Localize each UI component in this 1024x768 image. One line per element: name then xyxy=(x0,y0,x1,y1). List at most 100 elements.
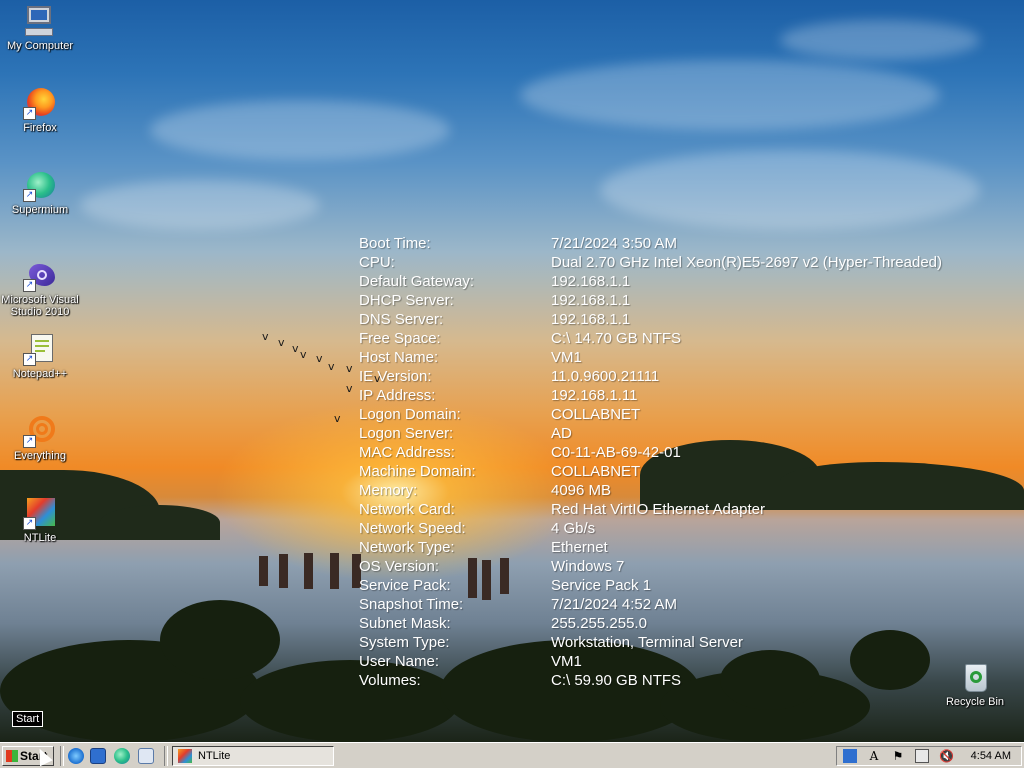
bginfo-row: Service Pack: Service Pack 1 xyxy=(359,576,999,595)
bginfo-value: Ethernet xyxy=(551,539,608,556)
bginfo-row: Machine Domain: COLLABNET xyxy=(359,462,999,481)
bginfo-value: 4 Gb/s xyxy=(551,520,596,537)
bginfo-row: Free Space: C:\ 14.70 GB NTFS xyxy=(359,329,999,348)
bginfo-key: Network Speed: xyxy=(359,520,466,537)
bginfo-value: C:\ 14.70 GB NTFS xyxy=(551,330,682,347)
bginfo-key: System Type: xyxy=(359,634,450,651)
bginfo-value: C:\ 59.90 GB NTFS xyxy=(551,672,682,689)
shortcut-arrow-icon: ↗ xyxy=(23,517,36,530)
bginfo-key: Host Name: xyxy=(359,349,439,366)
font-icon[interactable]: A xyxy=(867,749,881,763)
bginfo-row: Snapshot Time: 7/21/2024 4:52 AM xyxy=(359,595,999,614)
bginfo-value: 255.255.255.0 xyxy=(551,615,647,632)
bginfo-key: Logon Domain: xyxy=(359,406,461,423)
desktop-icon-visual-studio[interactable]: ↗ Microsoft Visual Studio 2010 xyxy=(1,260,79,318)
bginfo-key: Service Pack: xyxy=(359,577,451,594)
desktop-icon-notepadpp[interactable]: ↗ Notepad++ xyxy=(1,334,79,380)
bginfo-row: Network Type: Ethernet xyxy=(359,538,999,557)
desktop-icon-ntlite[interactable]: ↗ NTLite xyxy=(1,498,79,544)
bginfo-row: Volumes: C:\ 59.90 GB NTFS xyxy=(359,671,999,690)
bginfo-key: Volumes: xyxy=(359,672,421,689)
clock[interactable]: 4:54 AM xyxy=(971,749,1011,763)
bginfo-value: VM1 xyxy=(551,349,582,366)
bginfo-key: Logon Server: xyxy=(359,425,454,442)
bginfo-row: Network Speed: 4 Gb/s xyxy=(359,519,999,538)
bginfo-key: IP Address: xyxy=(359,387,436,404)
bginfo-key: IE Version: xyxy=(359,368,432,385)
bginfo-key: Machine Domain: xyxy=(359,463,476,480)
bginfo-value: Red Hat VirtIO Ethernet Adapter xyxy=(551,501,766,518)
bginfo-value: Windows 7 xyxy=(551,558,625,575)
bginfo-value: COLLABNET xyxy=(551,463,641,480)
bginfo-row: DHCP Server: 192.168.1.1 xyxy=(359,291,999,310)
bginfo-row: Logon Domain: COLLABNET xyxy=(359,405,999,424)
bginfo-key: Snapshot Time: xyxy=(359,596,464,613)
bginfo-value: Dual 2.70 GHz Intel Xeon(R)E5-2697 v2 (H… xyxy=(551,254,943,271)
visual-studio-icon: ↗ xyxy=(23,260,57,292)
shortcut-arrow-icon: ↗ xyxy=(23,189,36,202)
bginfo-value: 192.168.1.1 xyxy=(551,273,631,290)
shortcut-arrow-icon: ↗ xyxy=(23,435,36,448)
taskbar-separator xyxy=(164,746,168,766)
bginfo-value: Workstation, Terminal Server xyxy=(551,634,744,651)
bginfo-key: Subnet Mask: xyxy=(359,615,451,632)
windows-icon[interactable] xyxy=(843,749,857,763)
bginfo-key: Default Gateway: xyxy=(359,273,475,290)
ntlite-icon: ↗ xyxy=(23,498,57,530)
desktop-icon-label: Notepad++ xyxy=(12,368,68,380)
desktop-icon-label: Supermium xyxy=(11,204,69,216)
desktop-icon-label: Everything xyxy=(14,450,66,462)
desktop-icon-firefox[interactable]: ↗ Firefox xyxy=(1,88,79,134)
desktop-icon-my-computer[interactable]: My Computer xyxy=(1,6,79,52)
bginfo-row: Logon Server: AD xyxy=(359,424,999,443)
bginfo-row: Subnet Mask: 255.255.255.0 xyxy=(359,614,999,633)
desktop-icon-label: Recycle Bin xyxy=(945,696,1005,708)
shortcut-arrow-icon: ↗ xyxy=(23,353,36,366)
bginfo-key: DNS Server: xyxy=(359,311,444,328)
volume-muted-icon[interactable]: 🔇 xyxy=(939,749,954,763)
bginfo-row: Network Card: Red Hat VirtIO Ethernet Ada… xyxy=(359,500,999,519)
shortcut-arrow-icon: ↗ xyxy=(23,279,36,292)
bginfo-value: 7/21/2024 4:52 AM xyxy=(551,596,677,613)
windows-logo-icon xyxy=(6,750,18,762)
taskbar-button-ntlite[interactable]: NTLite xyxy=(172,746,334,766)
bginfo-value: C0-11-AB-69-42-01 xyxy=(551,444,681,461)
bginfo-key: User Name: xyxy=(359,653,440,670)
flag-icon[interactable]: ⚑ xyxy=(891,749,905,763)
bginfo-key: Memory: xyxy=(359,482,418,499)
bginfo-row: MAC Address: C0-11-AB-69-42-01 xyxy=(359,443,999,462)
bginfo-row: DNS Server: 192.168.1.1 xyxy=(359,310,999,329)
bginfo-key: Network Type: xyxy=(359,539,455,556)
desktop-icon-supermium[interactable]: ↗ Supermium xyxy=(1,170,79,216)
everything-icon: ↗ xyxy=(23,416,57,448)
desktop-icon-everything[interactable]: ↗ Everything xyxy=(1,416,79,462)
shortcut-arrow-icon: ↗ xyxy=(23,107,36,120)
bginfo-value: 192.168.1.1 xyxy=(551,292,631,309)
bginfo-row: User Name: VM1 xyxy=(359,652,999,671)
taskbar-button-label: NTLite xyxy=(198,750,231,762)
supermium-icon[interactable] xyxy=(114,748,130,764)
bginfo-row: CPU: Dual 2.70 GHz Intel Xeon(R)E5-2697 v… xyxy=(359,253,999,272)
bginfo-key: Free Space: xyxy=(359,330,441,347)
desktop-icon-label: Microsoft Visual Studio 2010 xyxy=(1,294,79,318)
bginfo-key: CPU: xyxy=(359,254,395,271)
bginfo-row: IE Version: 11.0.9600.21111 xyxy=(359,367,999,386)
bginfo-row: Boot Time: 7/21/2024 3:50 AM xyxy=(359,234,999,253)
bginfo-row: OS Version: Windows 7 xyxy=(359,557,999,576)
desktop-icon-label: NTLite xyxy=(23,532,57,544)
bginfo-value: 192.168.1.11 xyxy=(551,387,638,404)
desktop-icon-label: Firefox xyxy=(23,122,57,134)
bginfo-key: DHCP Server: xyxy=(359,292,454,309)
ie-icon[interactable] xyxy=(68,748,84,764)
bginfo-value: 11.0.9600.21111 xyxy=(551,368,660,385)
bginfo-row: System Type: Workstation, Terminal Server xyxy=(359,633,999,652)
bginfo-value: 4096 MB xyxy=(551,482,612,499)
bginfo-key: Network Card: xyxy=(359,501,455,518)
bginfo-key: Boot Time: xyxy=(359,235,431,252)
taskbar: Start NTLite A ⚑ 🔇 4:54 AM xyxy=(0,742,1024,768)
explorer-icon[interactable] xyxy=(138,748,154,764)
bginfo-row: Memory: 4096 MB xyxy=(359,481,999,500)
network-icon[interactable] xyxy=(915,749,929,763)
bginfo-panel: Boot Time: 7/21/2024 3:50 AM CPU: Dual 2.70… xyxy=(359,234,999,690)
desktop-icon[interactable] xyxy=(90,748,106,764)
